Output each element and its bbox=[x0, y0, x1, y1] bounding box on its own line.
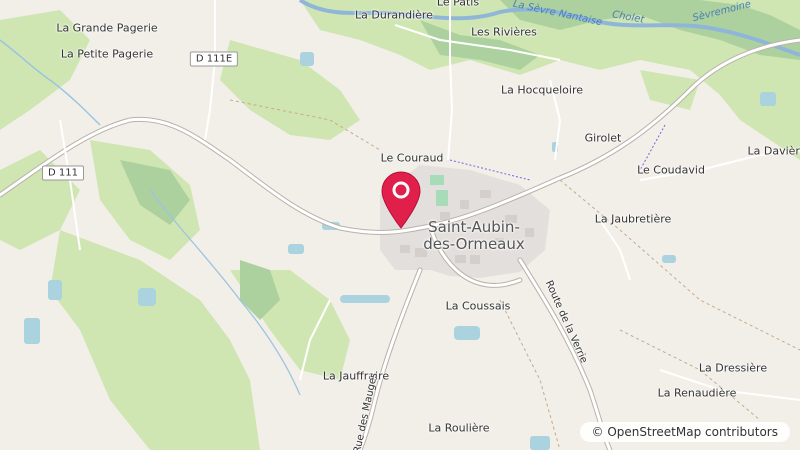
map-attribution[interactable]: © OpenStreetMap contributors bbox=[579, 422, 790, 442]
place-label: Le Coudavid bbox=[637, 163, 705, 177]
place-label: Le Patis bbox=[436, 0, 480, 9]
place-label: Les Rivières bbox=[471, 25, 537, 39]
place-label: La Petite Pagerie bbox=[60, 47, 154, 61]
place-label: La Davière bbox=[747, 144, 800, 158]
place-label: Girolet bbox=[584, 131, 622, 145]
place-label: La Durandière bbox=[355, 8, 433, 22]
place-label: Le Couraud bbox=[380, 151, 444, 165]
place-label: La Dressière bbox=[698, 361, 768, 375]
location-marker-icon[interactable] bbox=[378, 170, 424, 230]
place-label: La Coussais bbox=[445, 299, 511, 313]
place-label: La Hocqueloire bbox=[500, 83, 584, 97]
town-name-line2: des-Ormeaux bbox=[423, 235, 525, 253]
town-name-line1: Saint-Aubin- bbox=[428, 218, 520, 236]
town-label: Saint-Aubin- des-Ormeaux bbox=[423, 219, 525, 253]
place-label: La Roulière bbox=[428, 421, 490, 435]
map-view[interactable]: La Grande Pagerie La Petite Pagerie La D… bbox=[0, 0, 800, 450]
place-label: La Jaubretière bbox=[594, 212, 672, 226]
place-label: La Grande Pagerie bbox=[56, 21, 158, 35]
place-label: La Renaudière bbox=[657, 386, 737, 400]
road-ref-d111e: D 111E bbox=[189, 51, 239, 67]
road-ref-d111: D 111 bbox=[42, 165, 84, 181]
